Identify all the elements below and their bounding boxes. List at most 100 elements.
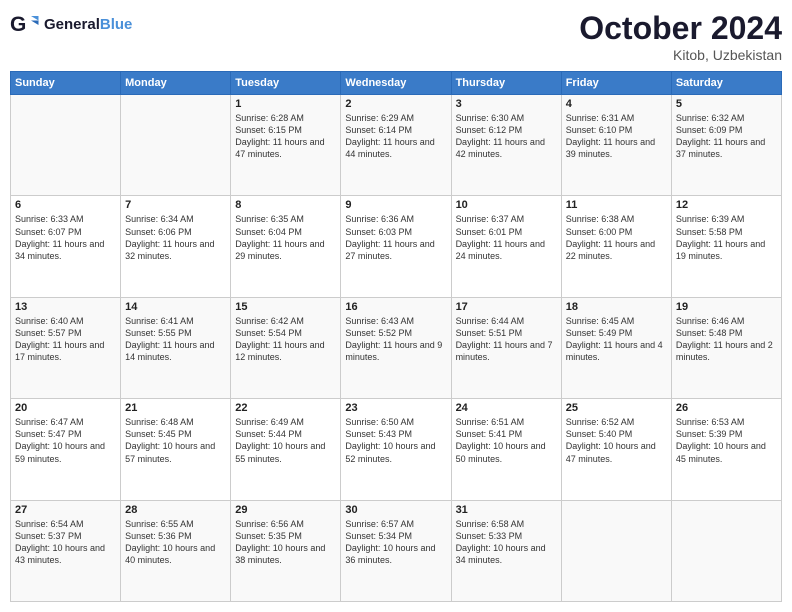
calendar-week-1: 1 Sunrise: 6:28 AMSunset: 6:15 PMDaylight… <box>11 95 782 196</box>
day-info: Sunrise: 6:31 AMSunset: 6:10 PMDaylight:… <box>566 112 667 161</box>
day-info: Sunrise: 6:53 AMSunset: 5:39 PMDaylight:… <box>676 416 777 465</box>
day-number: 20 <box>15 402 116 414</box>
calendar-cell: 4 Sunrise: 6:31 AMSunset: 6:10 PMDaylight… <box>561 95 671 196</box>
location: Kitob, Uzbekistan <box>579 47 782 63</box>
calendar-cell: 10Sunrise: 6:37 AMSunset: 6:01 PMDayligh… <box>451 196 561 297</box>
day-number: 1 <box>235 98 336 110</box>
page: G GeneralBlue October 2024 Kitob, Uzbeki… <box>0 0 792 612</box>
calendar-cell: 31 Sunrise: 6:58 AMSunset: 5:33 PMDayligh… <box>451 500 561 601</box>
day-info: Sunrise: 6:29 AMSunset: 6:14 PMDaylight:… <box>345 112 446 161</box>
header: G GeneralBlue October 2024 Kitob, Uzbeki… <box>10 10 782 63</box>
day-number: 23 <box>345 402 446 414</box>
day-info: Sunrise: 6:39 AMSunset: 5:58 PMDaylight:… <box>676 213 777 262</box>
logo: G GeneralBlue <box>10 10 132 40</box>
calendar-week-5: 27Sunrise: 6:54 AMSunset: 5:37 PMDayligh… <box>11 500 782 601</box>
calendar-table: Sunday Monday Tuesday Wednesday Thursday… <box>10 71 782 602</box>
calendar-cell: 1 Sunrise: 6:28 AMSunset: 6:15 PMDaylight… <box>231 95 341 196</box>
calendar-cell: 29 Sunrise: 6:56 AMSunset: 5:35 PMDayligh… <box>231 500 341 601</box>
day-info: Sunrise: 6:57 AMSunset: 5:34 PMDaylight:… <box>345 518 446 567</box>
month-title: October 2024 <box>579 10 782 47</box>
calendar-cell: 18 Sunrise: 6:45 AMSunset: 5:49 PMDayligh… <box>561 297 671 398</box>
calendar-cell: 28 Sunrise: 6:55 AMSunset: 5:36 PMDayligh… <box>121 500 231 601</box>
day-info: Sunrise: 6:45 AMSunset: 5:49 PMDaylight:… <box>566 315 667 364</box>
calendar-cell: 25 Sunrise: 6:52 AMSunset: 5:40 PMDayligh… <box>561 399 671 500</box>
calendar-cell: 26 Sunrise: 6:53 AMSunset: 5:39 PMDayligh… <box>671 399 781 500</box>
header-friday: Friday <box>561 72 671 95</box>
calendar-cell: 20 Sunrise: 6:47 AMSunset: 5:47 PMDayligh… <box>11 399 121 500</box>
day-number: 15 <box>235 301 336 313</box>
day-info: Sunrise: 6:32 AMSunset: 6:09 PMDaylight:… <box>676 112 777 161</box>
calendar-cell: 21 Sunrise: 6:48 AMSunset: 5:45 PMDayligh… <box>121 399 231 500</box>
day-number: 14 <box>125 301 226 313</box>
calendar-cell <box>121 95 231 196</box>
day-info: Sunrise: 6:58 AMSunset: 5:33 PMDaylight:… <box>456 518 557 567</box>
day-number: 5 <box>676 98 777 110</box>
header-wednesday: Wednesday <box>341 72 451 95</box>
day-number: 25 <box>566 402 667 414</box>
header-thursday: Thursday <box>451 72 561 95</box>
day-info: Sunrise: 6:50 AMSunset: 5:43 PMDaylight:… <box>345 416 446 465</box>
calendar-cell: 15 Sunrise: 6:42 AMSunset: 5:54 PMDayligh… <box>231 297 341 398</box>
header-sunday: Sunday <box>11 72 121 95</box>
calendar-header-row: Sunday Monday Tuesday Wednesday Thursday… <box>11 72 782 95</box>
day-number: 12 <box>676 199 777 211</box>
day-info: Sunrise: 6:51 AMSunset: 5:41 PMDaylight:… <box>456 416 557 465</box>
day-info: Sunrise: 6:56 AMSunset: 5:35 PMDaylight:… <box>235 518 336 567</box>
day-info: Sunrise: 6:52 AMSunset: 5:40 PMDaylight:… <box>566 416 667 465</box>
logo-blue: Blue <box>100 16 133 33</box>
calendar-cell: 2 Sunrise: 6:29 AMSunset: 6:14 PMDaylight… <box>341 95 451 196</box>
day-info: Sunrise: 6:28 AMSunset: 6:15 PMDaylight:… <box>235 112 336 161</box>
day-number: 4 <box>566 98 667 110</box>
day-number: 29 <box>235 504 336 516</box>
day-number: 13 <box>15 301 116 313</box>
day-number: 16 <box>345 301 446 313</box>
calendar-cell: 9 Sunrise: 6:36 AMSunset: 6:03 PMDaylight… <box>341 196 451 297</box>
day-number: 11 <box>566 199 667 211</box>
header-monday: Monday <box>121 72 231 95</box>
calendar-cell <box>671 500 781 601</box>
day-number: 28 <box>125 504 226 516</box>
day-info: Sunrise: 6:38 AMSunset: 6:00 PMDaylight:… <box>566 213 667 262</box>
title-block: October 2024 Kitob, Uzbekistan <box>579 10 782 63</box>
day-info: Sunrise: 6:30 AMSunset: 6:12 PMDaylight:… <box>456 112 557 161</box>
calendar-cell: 24Sunrise: 6:51 AMSunset: 5:41 PMDayligh… <box>451 399 561 500</box>
day-number: 26 <box>676 402 777 414</box>
calendar-week-3: 13 Sunrise: 6:40 AMSunset: 5:57 PMDayligh… <box>11 297 782 398</box>
calendar-cell: 16 Sunrise: 6:43 AMSunset: 5:52 PMDayligh… <box>341 297 451 398</box>
calendar-cell: 27Sunrise: 6:54 AMSunset: 5:37 PMDayligh… <box>11 500 121 601</box>
day-info: Sunrise: 6:37 AMSunset: 6:01 PMDaylight:… <box>456 213 557 262</box>
day-number: 18 <box>566 301 667 313</box>
day-info: Sunrise: 6:43 AMSunset: 5:52 PMDaylight:… <box>345 315 446 364</box>
calendar-cell: 23 Sunrise: 6:50 AMSunset: 5:43 PMDayligh… <box>341 399 451 500</box>
day-number: 2 <box>345 98 446 110</box>
day-number: 17 <box>456 301 557 313</box>
calendar-cell: 13 Sunrise: 6:40 AMSunset: 5:57 PMDayligh… <box>11 297 121 398</box>
day-info: Sunrise: 6:48 AMSunset: 5:45 PMDaylight:… <box>125 416 226 465</box>
day-number: 22 <box>235 402 336 414</box>
calendar-cell: 12 Sunrise: 6:39 AMSunset: 5:58 PMDayligh… <box>671 196 781 297</box>
day-info: Sunrise: 6:54 AMSunset: 5:37 PMDaylight:… <box>15 518 116 567</box>
calendar-cell <box>11 95 121 196</box>
calendar-cell: 5 Sunrise: 6:32 AMSunset: 6:09 PMDaylight… <box>671 95 781 196</box>
day-number: 21 <box>125 402 226 414</box>
day-info: Sunrise: 6:36 AMSunset: 6:03 PMDaylight:… <box>345 213 446 262</box>
day-info: Sunrise: 6:41 AMSunset: 5:55 PMDaylight:… <box>125 315 226 364</box>
day-number: 8 <box>235 199 336 211</box>
day-number: 30 <box>345 504 446 516</box>
day-number: 7 <box>125 199 226 211</box>
day-info: Sunrise: 6:42 AMSunset: 5:54 PMDaylight:… <box>235 315 336 364</box>
header-saturday: Saturday <box>671 72 781 95</box>
day-number: 3 <box>456 98 557 110</box>
calendar-week-4: 20 Sunrise: 6:47 AMSunset: 5:47 PMDayligh… <box>11 399 782 500</box>
day-info: Sunrise: 6:47 AMSunset: 5:47 PMDaylight:… <box>15 416 116 465</box>
day-number: 31 <box>456 504 557 516</box>
day-info: Sunrise: 6:34 AMSunset: 6:06 PMDaylight:… <box>125 213 226 262</box>
day-info: Sunrise: 6:40 AMSunset: 5:57 PMDaylight:… <box>15 315 116 364</box>
day-info: Sunrise: 6:55 AMSunset: 5:36 PMDaylight:… <box>125 518 226 567</box>
calendar-week-2: 6Sunrise: 6:33 AMSunset: 6:07 PMDaylight… <box>11 196 782 297</box>
calendar-cell: 6Sunrise: 6:33 AMSunset: 6:07 PMDaylight… <box>11 196 121 297</box>
day-number: 9 <box>345 199 446 211</box>
calendar-cell: 3 Sunrise: 6:30 AMSunset: 6:12 PMDaylight… <box>451 95 561 196</box>
calendar-cell: 30 Sunrise: 6:57 AMSunset: 5:34 PMDayligh… <box>341 500 451 601</box>
calendar-cell <box>561 500 671 601</box>
